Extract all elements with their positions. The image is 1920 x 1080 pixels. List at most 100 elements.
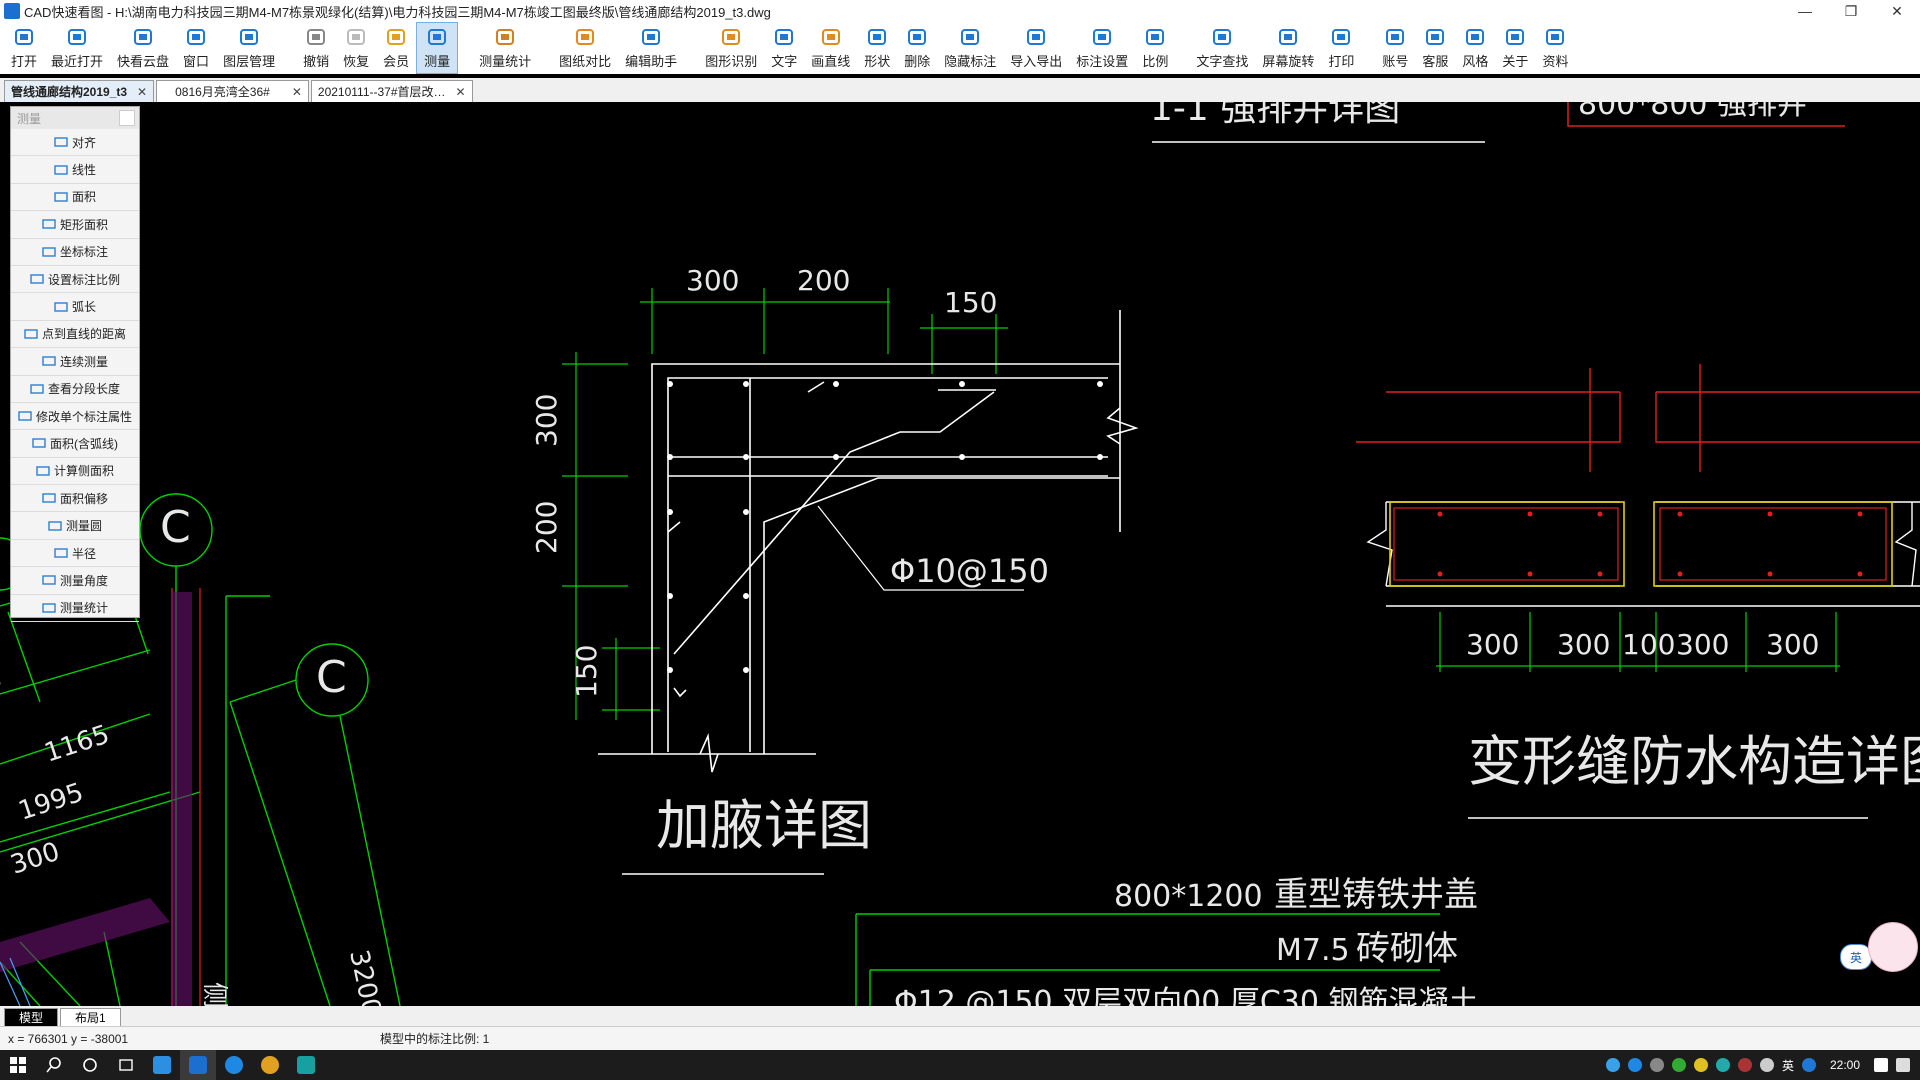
toolbar-button-label: 屏幕旋转: [1262, 54, 1315, 69]
toolbar-redo-button[interactable]: 恢复: [336, 22, 376, 74]
measure-tool-item[interactable]: 半径: [11, 540, 139, 568]
tray-usb-icon[interactable]: [1693, 1058, 1708, 1072]
measure-panel: 测量 对齐 线性 面积 矩形面积 坐标标注 设置标注比例 弧长 点到直线的距离 连续测量 查看分段…: [10, 106, 140, 623]
action-center-icon[interactable]: [1896, 1058, 1910, 1072]
clock[interactable]: 22:00: [1824, 1058, 1866, 1072]
measure-tool-item[interactable]: 测量角度: [11, 567, 139, 595]
rebar-label: Φ10@150: [890, 552, 1049, 590]
toolbar-cloud-button[interactable]: 快看云盘: [110, 22, 176, 74]
windows-start-icon[interactable]: [0, 1050, 36, 1080]
joint-title: 变形缝防水构造详图: [1468, 730, 1920, 793]
toolbar-headset-button[interactable]: 客服: [1415, 22, 1455, 74]
toolbar-measure-stats-button[interactable]: 测量统计: [472, 22, 538, 74]
toolbar-style-button[interactable]: 风格: [1455, 22, 1495, 74]
input-method-indicator[interactable]: 英: [1782, 1057, 1794, 1074]
app-logo-icon: [4, 3, 20, 19]
measure-tool-item[interactable]: 测量圆: [11, 512, 139, 540]
doc-tab-1[interactable]: 管线通廊结构2019_t3 ✕: [4, 80, 155, 102]
style-icon: [1463, 26, 1487, 48]
toolbar-shape-button[interactable]: 形状: [857, 22, 897, 74]
taskbar-app-cad[interactable]: [180, 1050, 216, 1080]
drawing-canvas[interactable]: 1-1 强排井详图 800*800 强排井 300 200 150 300 20…: [0, 102, 1920, 1006]
toolbar-compare-button[interactable]: 图纸对比: [552, 22, 618, 74]
tray-app-icon[interactable]: [1605, 1058, 1620, 1072]
tray-red-icon[interactable]: [1737, 1058, 1752, 1072]
measure-tool-item[interactable]: 坐标标注: [11, 239, 139, 266]
tray-q-icon[interactable]: [1801, 1058, 1816, 1072]
library-icon: [1543, 26, 1567, 48]
layout-tab-layout1[interactable]: 布局1: [60, 1008, 121, 1026]
toolbar-scale-button[interactable]: 比例: [1135, 22, 1175, 74]
toolbar-text-button[interactable]: 文字: [764, 22, 804, 74]
measure-tool-item[interactable]: 弧长: [11, 293, 139, 321]
toolbar-info-button[interactable]: 关于: [1495, 22, 1535, 74]
toolbar-separator: [1361, 22, 1375, 74]
taskbar-app-chrome[interactable]: [252, 1050, 288, 1080]
toolbar-edit-assistant-button[interactable]: 编辑助手: [618, 22, 684, 74]
toolbar-button-label: 风格: [1462, 54, 1489, 69]
toolbar-button-label: 隐藏标注: [944, 54, 997, 69]
measure-tool-label: 点到直线的距离: [41, 327, 126, 342]
restore-button[interactable]: ❐: [1828, 0, 1874, 22]
toolbar-annotation-settings-button[interactable]: 标注设置: [1069, 22, 1135, 74]
close-tab-icon[interactable]: ✕: [137, 85, 147, 99]
search-icon[interactable]: [36, 1050, 72, 1080]
doc-tab-2[interactable]: 0816月亮湾全36# ✕: [156, 80, 309, 102]
joint-dim-2: 300: [1557, 628, 1610, 661]
measure-tool-item[interactable]: 面积: [11, 184, 139, 212]
measure-tool-item[interactable]: 设置标注比例: [11, 266, 139, 294]
toolbar-shape-recognition-button[interactable]: 图形识别: [698, 22, 764, 74]
measure-tool-item[interactable]: 矩形面积: [11, 211, 139, 239]
print-icon: [1329, 26, 1353, 48]
tray-green-icon[interactable]: [1715, 1058, 1730, 1072]
close-tab-icon[interactable]: ✕: [456, 85, 466, 99]
toolbar-line-button[interactable]: 画直线: [804, 22, 857, 74]
measure-tool-item[interactable]: 点到直线的距离: [11, 321, 139, 349]
toolbar-undo-button[interactable]: 撤销: [296, 22, 336, 74]
close-tab-icon[interactable]: ✕: [292, 85, 302, 99]
minimize-button[interactable]: —: [1782, 0, 1828, 22]
toolbar-button-label: 账号: [1382, 54, 1409, 69]
task-view-icon[interactable]: [108, 1050, 144, 1080]
cortana-icon[interactable]: [72, 1050, 108, 1080]
measure-tool-item[interactable]: 面积偏移: [11, 485, 139, 513]
toolbar-vip-button[interactable]: 会员: [376, 22, 416, 74]
shield-icon[interactable]: [1671, 1058, 1686, 1072]
measure-tool-item[interactable]: 线性: [11, 156, 139, 184]
measure-tool-item[interactable]: 计算侧面积: [11, 458, 139, 486]
toolbar-folder-open-button[interactable]: 打开: [4, 22, 44, 74]
toolbar-rotate-screen-button[interactable]: 屏幕旋转: [1255, 22, 1321, 74]
measure-tool-item[interactable]: 修改单个标注属性: [11, 403, 139, 431]
top-right-text: 800*800 强排井: [1578, 102, 1807, 122]
toolbar-measure-button[interactable]: 测量: [416, 22, 459, 74]
measure-tool-item[interactable]: 查看分段长度: [11, 376, 139, 403]
layout-tab-model[interactable]: 模型: [4, 1008, 59, 1026]
network-icon[interactable]: [1759, 1058, 1774, 1072]
volume-icon[interactable]: [1649, 1058, 1664, 1072]
toolbar-window-button[interactable]: 窗口: [176, 22, 216, 74]
toolbar-layers-button[interactable]: 图层管理: [216, 22, 282, 74]
measure-tool-item[interactable]: 连续测量: [11, 348, 139, 376]
taskbar-app-5[interactable]: [288, 1050, 324, 1080]
toolbar-account-button[interactable]: 账号: [1375, 22, 1415, 74]
toolbar-library-button[interactable]: 资料: [1535, 22, 1575, 74]
toolbar-hide-annotation-button[interactable]: 隐藏标注: [937, 22, 1003, 74]
taskbar-app-3[interactable]: [216, 1050, 252, 1080]
folder-open-icon: [12, 26, 36, 48]
notification-icon[interactable]: [1874, 1058, 1888, 1072]
measure-tool-item[interactable]: 面积(含弧线): [11, 430, 139, 458]
measure-tool-item[interactable]: 测量统计: [11, 595, 139, 623]
toolbar-import-export-button[interactable]: 导入导出: [1003, 22, 1069, 74]
mascot-avatar-icon[interactable]: [1868, 922, 1918, 972]
taskbar-app-1[interactable]: [144, 1050, 180, 1080]
measure-tool-item[interactable]: 对齐: [11, 129, 139, 157]
panel-close-button[interactable]: [119, 110, 135, 126]
close-button[interactable]: ✕: [1874, 0, 1920, 22]
toolbar-eraser-button[interactable]: 删除: [897, 22, 937, 74]
toolbar-history-button[interactable]: 最近打开: [44, 22, 110, 74]
tray-g-icon[interactable]: [1627, 1058, 1642, 1072]
toolbar-print-button[interactable]: 打印: [1321, 22, 1361, 74]
toolbar-button-label: 客服: [1422, 54, 1449, 69]
doc-tab-3[interactable]: 20210111--37#首层改… ✕: [310, 80, 473, 102]
toolbar-text-search-button[interactable]: 文字查找: [1189, 22, 1255, 74]
